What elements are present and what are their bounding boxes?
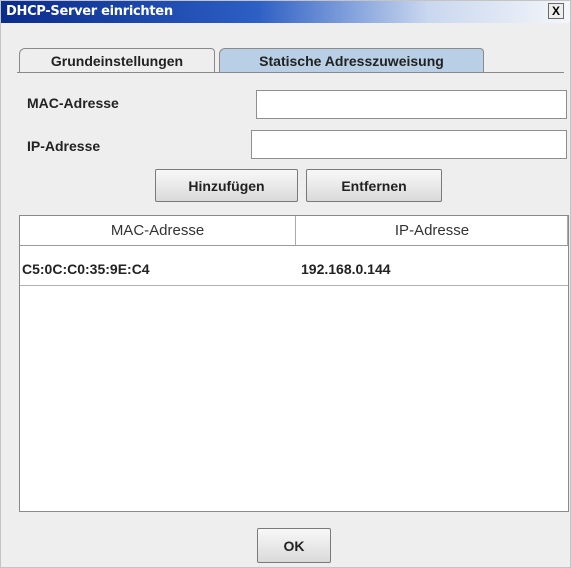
static-assignment-table[interactable]: MAC-Adresse IP-Adresse C5:0C:C0:35:9E:C4…: [19, 215, 569, 512]
ok-button[interactable]: OK: [257, 528, 331, 563]
window-title: DHCP-Server einrichten: [6, 4, 173, 19]
add-button-label: Hinzufügen: [188, 177, 265, 194]
ip-address-input[interactable]: [251, 130, 567, 159]
column-header-label: IP-Adresse: [394, 222, 470, 239]
column-header-label: MAC-Adresse: [110, 222, 205, 239]
close-button[interactable]: X: [548, 3, 564, 19]
add-button[interactable]: Hinzufügen: [155, 169, 298, 202]
column-edge: [567, 216, 568, 245]
mac-address-input[interactable]: [256, 90, 567, 119]
dhcp-dialog: DHCP-Server einrichten X Grundeinstellun…: [0, 0, 571, 568]
mac-cell: C5:0C:C0:35:9E:C4: [22, 260, 150, 277]
column-header-mac[interactable]: MAC-Adresse: [20, 216, 295, 245]
tab-grundeinstellungen[interactable]: Grundeinstellungen: [19, 48, 215, 72]
ok-button-label: OK: [283, 537, 305, 554]
table-header: MAC-Adresse IP-Adresse: [20, 216, 568, 246]
tab-divider: [17, 72, 564, 73]
tab-label: Statische Adresszuweisung: [259, 52, 444, 69]
tab-label: Grundeinstellungen: [50, 52, 184, 69]
ip-address-label: IP-Adresse: [27, 138, 101, 154]
tab-statische-adresszuweisung[interactable]: Statische Adresszuweisung: [219, 48, 484, 72]
column-header-ip[interactable]: IP-Adresse: [296, 216, 568, 245]
ip-cell: 192.168.0.144: [301, 260, 391, 277]
mac-address-label: MAC-Adresse: [27, 95, 119, 111]
title-bar[interactable]: DHCP-Server einrichten X: [1, 1, 570, 23]
remove-button-label: Entfernen: [341, 177, 407, 194]
remove-button[interactable]: Entfernen: [306, 169, 442, 202]
table-row[interactable]: C5:0C:C0:35:9E:C4 192.168.0.144: [20, 252, 568, 286]
close-icon: X: [551, 4, 560, 18]
